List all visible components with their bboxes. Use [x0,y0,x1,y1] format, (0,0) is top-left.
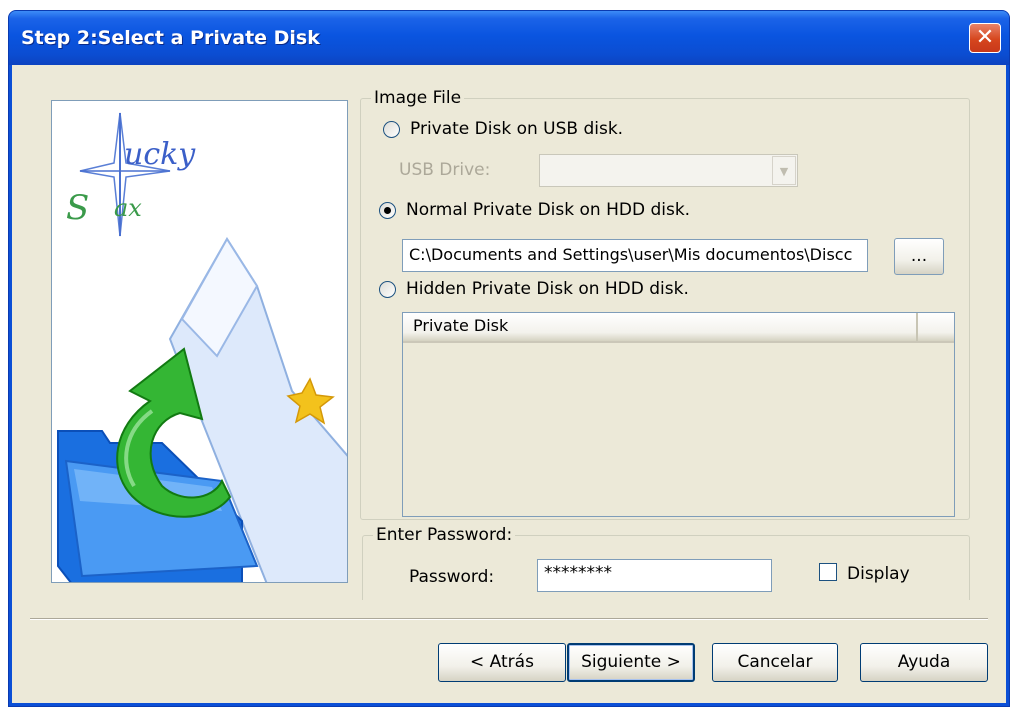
button-separator [30,618,988,620]
next-button[interactable]: Siguiente > [567,643,695,682]
hidden-disk-radio[interactable] [379,281,396,298]
help-button[interactable]: Ayuda [860,643,988,682]
cancel-button[interactable]: Cancelar [712,643,838,682]
list-header: Private Disk [403,313,954,343]
logo-text-bottom: ax [114,194,142,222]
close-button[interactable]: ✕ [969,23,1001,53]
wizard-window: Step 2:Select a Private Disk ✕ ucky S ax [8,10,1010,707]
lucky-star-logo: ucky S ax [66,112,196,237]
usb-drive-label: USB Drive: [399,160,491,180]
password-input[interactable]: ******** [537,559,772,592]
browse-button[interactable]: ... [894,238,944,275]
title-bar[interactable]: Step 2:Select a Private Disk ✕ [9,11,1009,65]
password-label: Password: [409,567,495,587]
window-title: Step 2:Select a Private Disk [21,27,320,49]
chevron-down-icon[interactable]: ▼ [772,156,796,185]
column-extra[interactable] [918,313,954,341]
wizard-artwork: ucky S ax [57,112,347,582]
usb-disk-radio[interactable] [383,121,400,138]
hidden-disk-label[interactable]: Hidden Private Disk on HDD disk. [406,279,689,299]
image-file-group: Image File Private Disk on USB disk. USB… [360,88,970,520]
password-group: Enter Password: Password: ******** Displ… [362,525,970,600]
display-checkbox[interactable] [819,563,837,581]
image-path-input[interactable]: C:\Documents and Settings\user\Mis docum… [402,239,868,272]
image-file-legend: Image File [371,88,465,108]
hdd-disk-label[interactable]: Normal Private Disk on HDD disk. [406,200,690,220]
private-disk-list[interactable]: Private Disk [402,312,955,517]
usb-disk-label[interactable]: Private Disk on USB disk. [410,119,623,139]
display-label[interactable]: Display [847,564,910,584]
svg-text:S: S [66,188,89,228]
hdd-disk-radio[interactable] [379,202,396,219]
password-legend: Enter Password: [373,525,516,545]
wizard-illustration: ucky S ax [51,100,348,583]
back-button[interactable]: < Atrás [438,643,566,682]
usb-drive-select[interactable]: ▼ [539,154,798,187]
dialog-client-area: ucky S ax Image File Private Disk on USB… [12,65,1006,703]
column-private-disk[interactable]: Private Disk [403,313,918,341]
logo-text-top: ucky [124,137,196,172]
close-icon: ✕ [975,25,995,50]
